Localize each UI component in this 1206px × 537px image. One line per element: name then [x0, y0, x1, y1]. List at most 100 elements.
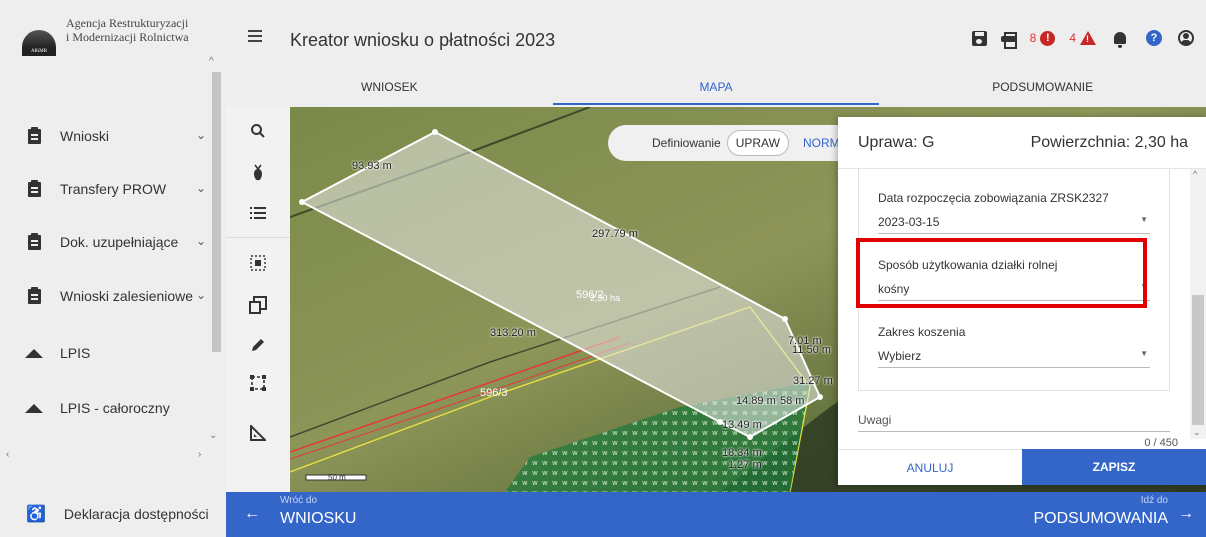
crop-tool-button[interactable]	[226, 153, 290, 193]
sidebar-scrollbar-thumb[interactable]	[212, 72, 221, 352]
sidebar-item-lpis[interactable]: LPIS	[0, 333, 210, 373]
chevron-down-icon[interactable]: ⌄	[196, 234, 206, 248]
map-measure-label: 18.34 m	[722, 447, 762, 459]
chevron-down-icon[interactable]: ⌄	[196, 181, 206, 195]
map-measure-label: 1.27 m	[728, 459, 762, 471]
layers-list-button[interactable]	[226, 193, 290, 233]
wizard-navigation-bar: ← Wróć do WNIOSKU Idź do PODSUMOWANIA →	[226, 492, 1206, 537]
printer-icon	[1000, 31, 1017, 49]
dropdown-arrow-icon[interactable]: ▼	[1140, 349, 1148, 358]
parcel-number-label: 596/3	[480, 387, 508, 399]
help-button[interactable]: ?	[1146, 28, 1162, 48]
sidebar-item-transfery-prow[interactable]: Transfery PROW ⌄	[0, 169, 210, 209]
measure-button[interactable]	[226, 413, 290, 453]
edit-geometry-button[interactable]	[226, 325, 290, 365]
sidebar-horizontal-scrollbar[interactable]: ‹ ›	[0, 449, 210, 463]
hamburger-menu-icon[interactable]	[248, 30, 262, 42]
panel-form: Data rozpoczęcia zobowiązania ZRSK2327 2…	[838, 169, 1190, 439]
sidebar-item-label: LPIS - całoroczny	[60, 400, 170, 416]
scroll-up-arrow-icon[interactable]: ^	[209, 56, 214, 67]
sidebar-item-wnioski-zalesieniowe[interactable]: Wnioski zalesieniowe ⌄	[0, 276, 210, 316]
map-toolbar	[226, 107, 290, 492]
scroll-down-arrow-icon[interactable]: ⌄	[209, 430, 217, 441]
clipboard-icon	[27, 126, 41, 144]
definition-mode-norm[interactable]: NORM	[803, 136, 840, 150]
tab-podsumowanie[interactable]: PODSUMOWANIE	[879, 72, 1206, 107]
tab-mapa[interactable]: MAPA	[552, 72, 880, 107]
arimr-logo[interactable]: ARiMR Agencja Restrukturyzacji i Moderni…	[0, 0, 210, 82]
chevron-down-icon[interactable]: ⌄	[196, 128, 206, 142]
arrow-right-icon[interactable]: →	[1178, 505, 1194, 523]
sidebar-scrollbar[interactable]	[210, 72, 224, 452]
map-measure-label: 297.79 m	[592, 228, 638, 240]
sidebar-item-label: Transfery PROW	[60, 181, 167, 197]
print-button[interactable]	[1000, 28, 1017, 49]
toolbar-divider	[226, 237, 290, 238]
panel-scrollbar[interactable]: ^ ⌄	[1190, 169, 1206, 439]
polygon-vertex[interactable]	[782, 316, 788, 322]
errors-button[interactable]: !	[1040, 28, 1056, 48]
previous-step-button[interactable]: WNIOSKU	[280, 510, 356, 528]
search-icon	[251, 124, 265, 138]
accessibility-declaration-link[interactable]: ♿ Deklaracja dostępności	[0, 490, 226, 537]
warnings-button[interactable]	[1080, 28, 1096, 48]
error-icon: !	[1040, 30, 1056, 46]
panel-scrollbar-thumb[interactable]	[1192, 295, 1204, 425]
warning-count: 4	[1069, 31, 1076, 45]
ruler-icon	[250, 425, 266, 441]
sidebar-item-label: Wnioski	[60, 128, 110, 144]
polygon-vertex[interactable]	[432, 129, 438, 135]
notifications-button[interactable]	[1114, 28, 1126, 48]
panel-header: Uprawa: G Powierzchnia: 2,30 ha	[838, 117, 1206, 169]
sidebar-item-wnioski[interactable]: Wnioski ⌄	[0, 116, 210, 156]
highlight-box	[856, 238, 1147, 308]
sidebar: ARiMR Agencja Restrukturyzacji i Moderni…	[0, 0, 226, 537]
definition-mode-switch: Definiowanie UPRAW NORM	[608, 125, 868, 161]
scroll-right-arrow-icon[interactable]: ›	[198, 449, 201, 460]
field-value: 2023-03-15	[878, 215, 940, 229]
cancel-button[interactable]: ANULUJ	[838, 449, 1022, 485]
dropdown-arrow-icon[interactable]: ▼	[1140, 215, 1148, 224]
header-toolbar: 8 ! 4 ?	[958, 28, 1194, 49]
tab-wniosek[interactable]: WNIOSEK	[226, 72, 553, 107]
list-icon	[250, 207, 266, 219]
main-tabs: WNIOSEK MAPA PODSUMOWANIE	[226, 72, 1206, 107]
search-tool-button[interactable]	[226, 111, 290, 151]
mountain-icon	[25, 403, 43, 413]
notes-input[interactable]	[858, 431, 1170, 432]
sidebar-item-label: Dok. uzupełniające	[60, 234, 179, 250]
scroll-down-arrow-icon[interactable]: ⌄	[1193, 427, 1201, 438]
arrow-left-icon[interactable]: ←	[244, 505, 260, 523]
mowing-scope-select[interactable]: Zakres koszenia Wybierz ▼	[878, 325, 1150, 368]
polygon-vertex[interactable]	[747, 434, 753, 440]
pencil-icon	[252, 339, 264, 351]
user-account-button[interactable]	[1178, 28, 1194, 48]
polygon-vertex[interactable]	[299, 199, 305, 205]
map-measure-label: 93.93 m	[352, 160, 392, 172]
next-step-button[interactable]: PODSUMOWANIA	[1033, 510, 1168, 528]
scroll-left-arrow-icon[interactable]: ‹	[6, 449, 9, 460]
save-form-button[interactable]: ZAPISZ	[1022, 449, 1206, 485]
select-area-button[interactable]	[226, 243, 290, 283]
page-title: Kreator wniosku o płatności 2023	[290, 30, 556, 50]
polygon-vertex[interactable]	[817, 394, 823, 400]
definition-mode-upraw[interactable]: UPRAW	[726, 130, 789, 156]
sidebar-item-label: LPIS	[60, 345, 91, 361]
next-step-caption: Idź do	[1140, 495, 1168, 506]
draw-rectangle-button[interactable]	[226, 363, 290, 403]
chevron-down-icon[interactable]: ⌄	[196, 288, 206, 302]
scroll-up-arrow-icon[interactable]: ^	[1193, 169, 1197, 179]
map-measure-label: 14.89 m	[736, 395, 776, 407]
sprout-icon	[254, 164, 262, 181]
copy-geometry-button[interactable]	[226, 285, 290, 325]
copy-icon	[249, 296, 267, 314]
sidebar-item-dok-uzupelniajace[interactable]: Dok. uzupełniające ⌄	[0, 222, 210, 262]
commitment-start-date-select[interactable]: Data rozpoczęcia zobowiązania ZRSK2327 2…	[878, 191, 1150, 234]
save-button[interactable]	[971, 28, 987, 48]
notes-char-counter: 0 / 450	[1144, 437, 1178, 449]
previous-step-caption: Wróć do	[280, 495, 318, 506]
mountain-icon	[25, 348, 43, 358]
sidebar-item-lpis-caloroczny[interactable]: LPIS - całoroczny	[0, 388, 210, 428]
parcel-area-label: 2,30 ha	[590, 293, 621, 303]
crop-label: Uprawa: G	[858, 133, 935, 151]
